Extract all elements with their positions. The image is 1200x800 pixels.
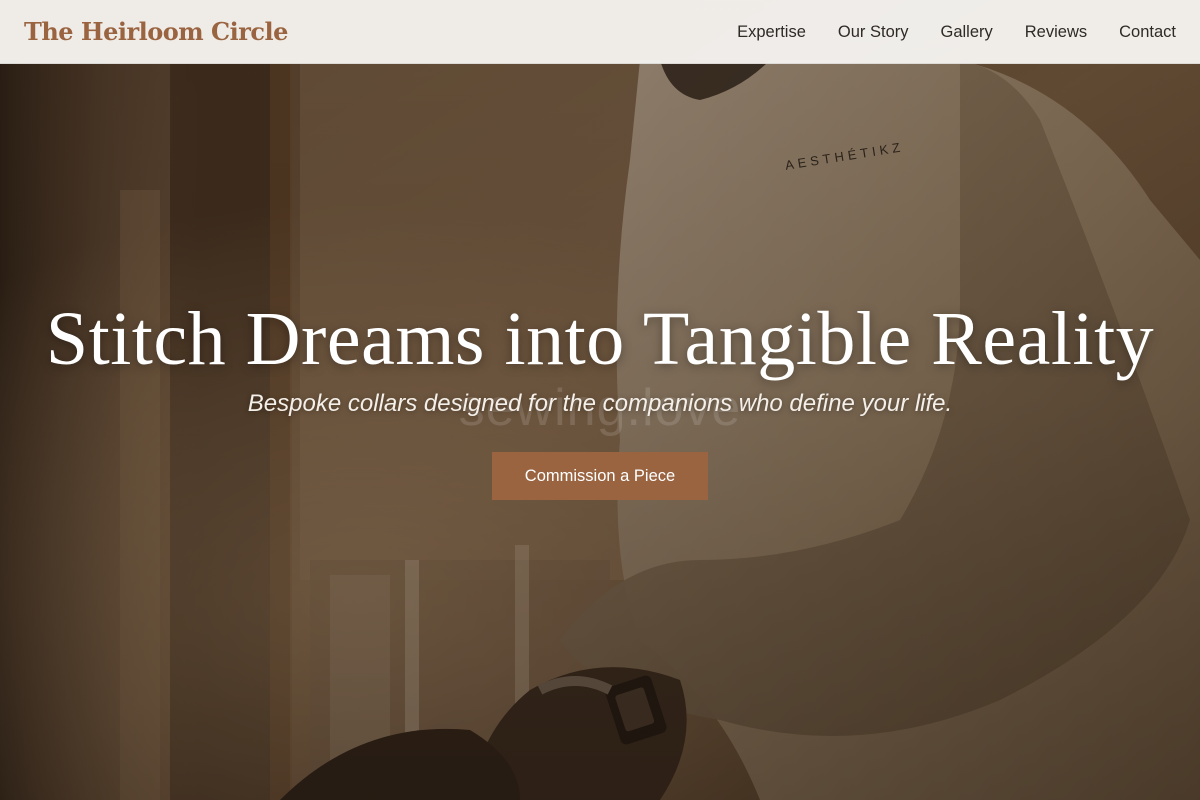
nav-link-expertise[interactable]: Expertise <box>737 23 806 42</box>
nav-link-contact[interactable]: Contact <box>1119 23 1176 42</box>
hero-section: sewing.love Stitch Dreams into Tangible … <box>0 0 1200 800</box>
nav-link-gallery[interactable]: Gallery <box>941 23 993 42</box>
page: AESTHÉTIKZ The Heirloom Circle Expertise… <box>0 0 1200 800</box>
hero-title: Stitch Dreams into Tangible Reality <box>45 297 1155 381</box>
nav-link-reviews[interactable]: Reviews <box>1025 23 1087 42</box>
nav-link-our-story[interactable]: Our Story <box>838 23 909 42</box>
commission-button[interactable]: Commission a Piece <box>492 452 708 500</box>
site-header: The Heirloom Circle Expertise Our Story … <box>0 0 1200 64</box>
main-nav: Expertise Our Story Gallery Reviews Cont… <box>737 0 1176 64</box>
brand-logo[interactable]: The Heirloom Circle <box>24 17 288 46</box>
hero-subtitle: Bespoke collars designed for the compani… <box>247 390 953 417</box>
